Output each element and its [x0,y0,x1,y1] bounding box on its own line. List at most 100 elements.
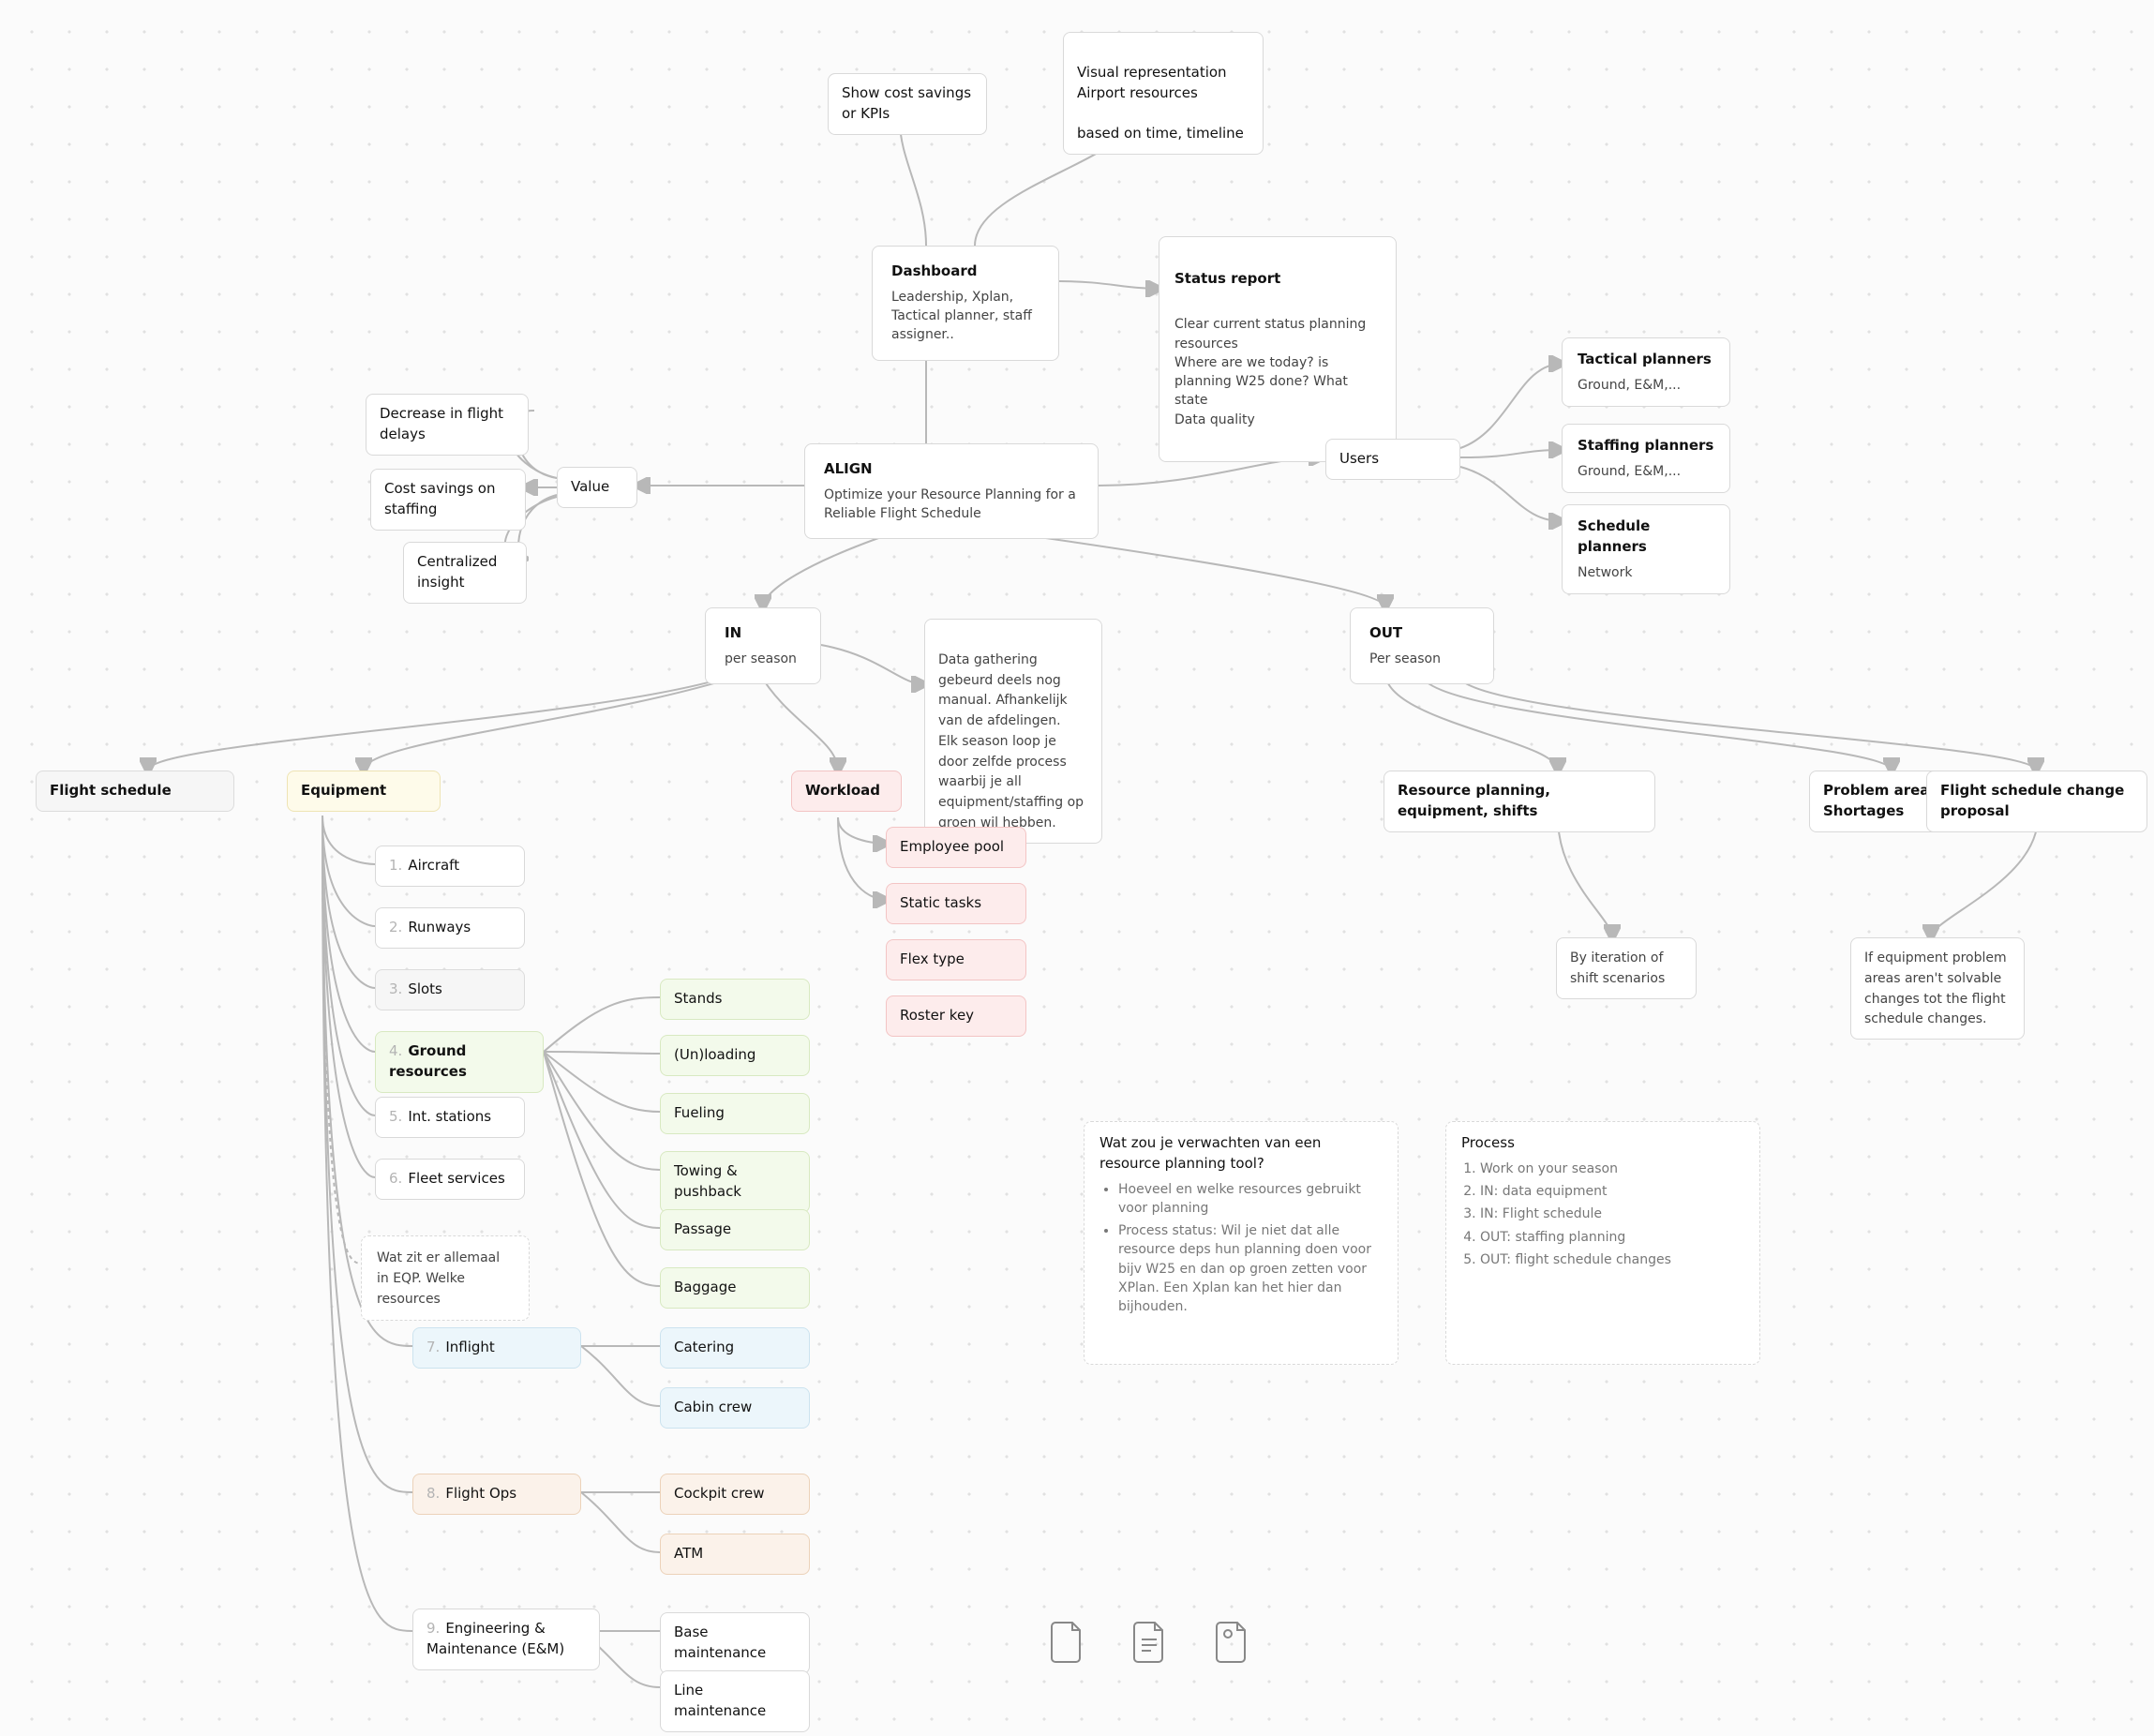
page-blank-icon[interactable] [1039,1609,1095,1674]
delays-text: Decrease in flight delays [380,405,503,442]
status-body: Clear current status planning resources … [1174,315,1381,429]
inf-catering[interactable]: Catering [660,1327,810,1369]
staffing-node[interactable]: Staffing planners Ground, E&M,... [1562,424,1730,493]
value-node[interactable]: Value [557,467,637,508]
central-node[interactable]: Centralized insight [403,542,527,604]
kpi-text: Show cost savings or KPIs [842,84,971,122]
schedule-node[interactable]: Schedule planners Network [1562,504,1730,594]
workload-node[interactable]: Workload [791,771,902,812]
rpes-text: Resource planning, equipment, shifts [1398,782,1550,819]
page-text-icon[interactable] [1121,1609,1177,1674]
status-title: Status report [1174,269,1381,290]
gr-pass[interactable]: Passage [660,1209,810,1250]
datagather-text: Data gathering gebeurd deels nog manual.… [938,652,1084,831]
list-item: Hoeveel en welke resources gebruikt voor… [1118,1180,1383,1219]
eq-aircraft[interactable]: 1.Aircraft [375,846,525,887]
eq-slots[interactable]: 3.Slots [375,969,525,1010]
in-node[interactable]: IN per season [705,607,821,684]
list-item: IN: data equipment [1480,1182,1744,1201]
inf-cabin[interactable]: Cabin crew [660,1387,810,1429]
out-title: OUT [1369,623,1474,644]
eq-em[interactable]: 9.Engineering & Maintenance (E&M) [412,1609,600,1670]
fschange-text: Flight schedule change proposal [1940,782,2124,819]
em-line[interactable]: Line maintenance [660,1670,810,1732]
eq-intl[interactable]: 5.Int. stations [375,1097,525,1138]
list-item: IN: Flight schedule [1480,1205,1744,1223]
align-title: ALIGN [824,459,1079,480]
rpes-node[interactable]: Resource planning, equipment, shifts [1384,771,1655,832]
iter-text: By iteration of shift scenarios [1570,950,1665,986]
visual-text: Visual representation Airport resources … [1077,64,1244,142]
expect-list: Hoeveel en welke resources gebruikt voor… [1099,1180,1383,1317]
align-body: Optimize your Resource Planning for a Re… [824,486,1079,524]
gr-tow[interactable]: Towing & pushback [660,1151,810,1213]
eqp-note-text: Wat zit er allemaal in EQP. Welke resour… [377,1250,500,1307]
staffing-body: Ground, E&M,... [1578,462,1714,481]
gr-stands[interactable]: Stands [660,979,810,1020]
iter-node[interactable]: By iteration of shift scenarios [1556,937,1697,999]
flightsched-text: Flight schedule [50,782,172,799]
list-item: OUT: flight schedule changes [1480,1250,1744,1269]
flextype-text: Flex type [900,950,965,967]
eq-ground[interactable]: 4.Ground resources [375,1031,544,1093]
ifeq-node[interactable]: If equipment problem areas aren't solvab… [1850,937,2025,1040]
align-node[interactable]: ALIGN Optimize your Resource Planning fo… [804,443,1099,539]
list-item: Work on your season [1480,1160,1744,1178]
dashboard-node[interactable]: Dashboard Leadership, Xplan, Tactical pl… [872,246,1059,361]
fo-cockpit[interactable]: Cockpit crew [660,1474,810,1515]
process-title: Process [1461,1133,1744,1154]
kpi-node[interactable]: Show cost savings or KPIs [828,73,987,135]
users-node[interactable]: Users [1325,439,1460,480]
fschange-node[interactable]: Flight schedule change proposal [1926,771,2147,832]
flightsched-node[interactable]: Flight schedule [36,771,234,812]
emppool-node[interactable]: Employee pool [886,827,1026,868]
rosterkey-node[interactable]: Roster key [886,995,1026,1037]
gr-bag[interactable]: Baggage [660,1267,810,1309]
value-text: Value [571,478,609,495]
list-item: OUT: staffing planning [1480,1228,1744,1247]
schedule-title: Schedule planners [1578,516,1714,558]
tactical-body: Ground, E&M,... [1578,376,1714,395]
in-title: IN [725,623,801,644]
dashboard-title: Dashboard [891,262,1040,282]
status-node[interactable]: Status report Clear current status plann… [1159,236,1397,462]
eq-flightops[interactable]: 8.Flight Ops [412,1474,581,1515]
page-gear-icon[interactable] [1204,1609,1260,1674]
list-item: Process status: Wil je niet dat alle res… [1118,1221,1383,1316]
process-list: Work on your season IN: data equipment IN:… [1461,1160,1744,1269]
tactical-title: Tactical planners [1578,350,1714,370]
process-panel[interactable]: Process Work on your season IN: data equi… [1445,1121,1760,1365]
statictasks-node[interactable]: Static tasks [886,883,1026,924]
in-body: per season [725,650,801,668]
flextype-node[interactable]: Flex type [886,939,1026,980]
dashboard-body: Leadership, Xplan, Tactical planner, sta… [891,288,1040,345]
toolbar [1039,1609,1260,1674]
out-body: Per season [1369,650,1474,668]
visual-node[interactable]: Visual representation Airport resources … [1063,32,1264,155]
em-base[interactable]: Base maintenance [660,1612,810,1674]
users-title: Users [1339,450,1379,467]
costsav-node[interactable]: Cost savings on staffing [370,469,526,531]
eq-runways[interactable]: 2.Runways [375,907,525,949]
datagather-node[interactable]: Data gathering gebeurd deels nog manual.… [924,619,1102,844]
statictasks-text: Static tasks [900,894,981,911]
tactical-node[interactable]: Tactical planners Ground, E&M,... [1562,337,1730,407]
costsav-text: Cost savings on staffing [384,480,495,517]
gr-fuel[interactable]: Fueling [660,1093,810,1134]
delays-node[interactable]: Decrease in flight delays [366,394,529,456]
gr-unload[interactable]: (Un)loading [660,1035,810,1076]
schedule-body: Network [1578,563,1714,582]
equipment-text: Equipment [301,782,386,799]
emppool-text: Employee pool [900,838,1004,855]
fo-atm[interactable]: ATM [660,1534,810,1575]
central-text: Centralized insight [417,553,497,591]
equipment-node[interactable]: Equipment [287,771,441,812]
expect-panel[interactable]: Wat zou je verwachten van een resource p… [1084,1121,1399,1365]
out-node[interactable]: OUT Per season [1350,607,1494,684]
eq-fleet[interactable]: 6.Fleet services [375,1159,525,1200]
rosterkey-text: Roster key [900,1007,974,1024]
workload-text: Workload [805,782,880,799]
ifeq-text: If equipment problem areas aren't solvab… [1864,950,2007,1026]
eqp-note: Wat zit er allemaal in EQP. Welke resour… [361,1235,530,1321]
eq-inflight[interactable]: 7.Inflight [412,1327,581,1369]
